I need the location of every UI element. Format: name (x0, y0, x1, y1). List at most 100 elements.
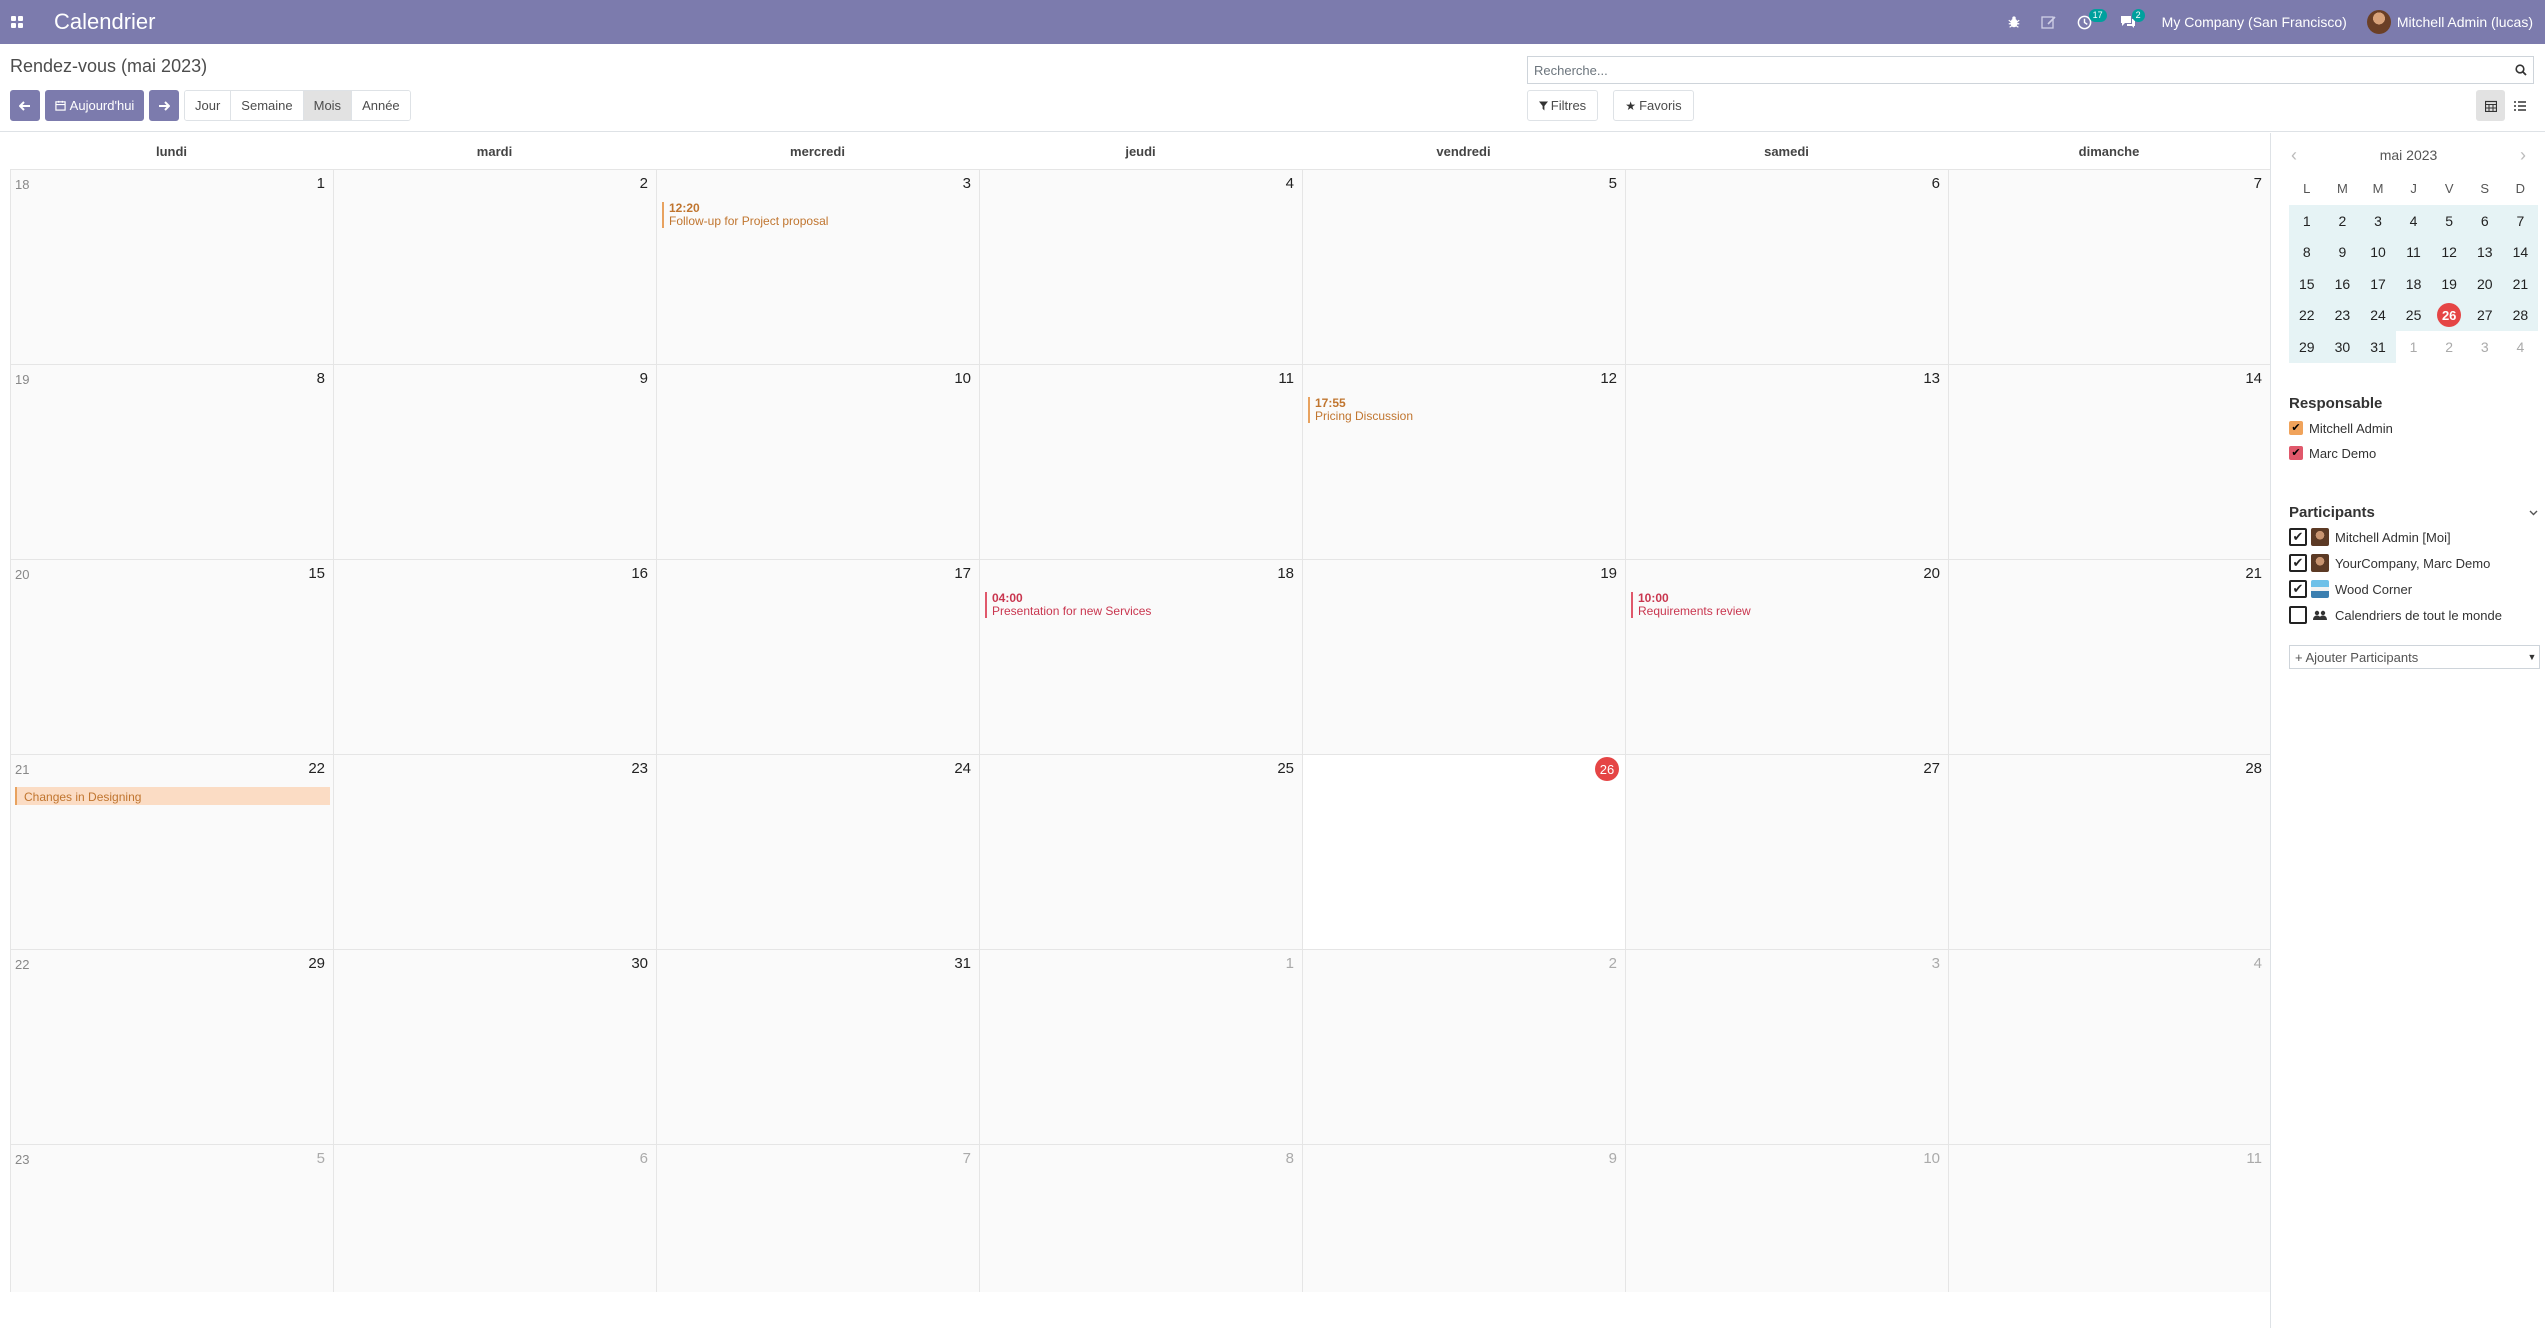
calendar-day-cell[interactable]: 17 (656, 559, 979, 754)
company-switcher[interactable]: My Company (San Francisco) (2152, 0, 2357, 44)
apps-menu-icon[interactable] (0, 0, 34, 44)
mini-day-today[interactable]: 26 (2431, 299, 2467, 331)
calendar-day-cell[interactable]: 3 (1625, 949, 1948, 1144)
date-number[interactable]: 5 (1609, 175, 1617, 192)
calendar-day-cell[interactable]: 13 (1625, 364, 1948, 559)
calendar-day-cell[interactable]: 25 (979, 754, 1302, 949)
allday-event[interactable]: Changes in Designing (15, 787, 330, 805)
mini-day[interactable]: 27 (2466, 299, 2503, 331)
date-number[interactable]: 13 (1923, 370, 1940, 387)
date-number[interactable]: 1 (1286, 955, 1294, 972)
calendar-day-cell[interactable]: 10 (1625, 1144, 1948, 1292)
filters-button[interactable]: Filtres (1527, 90, 1598, 121)
mini-day[interactable]: 28 (2502, 299, 2539, 331)
calendar-day-cell[interactable]: 20 15 (10, 559, 333, 754)
mini-day[interactable]: 1 (2289, 205, 2325, 237)
mini-day[interactable]: 31 (2360, 331, 2396, 363)
calendar-day-cell[interactable]: 8 (979, 1144, 1302, 1292)
date-number[interactable]: 15 (308, 565, 325, 582)
date-number[interactable]: 25 (1277, 760, 1294, 777)
date-number[interactable]: 6 (640, 1150, 648, 1167)
date-number[interactable]: 19 (1600, 565, 1617, 582)
favorites-button[interactable]: ★ Favoris (1613, 90, 1694, 121)
calendar-day-cell[interactable]: 31 (656, 949, 979, 1144)
calendar-day-cell[interactable]: 23 5 (10, 1144, 333, 1292)
mini-day[interactable]: 6 (2466, 205, 2503, 237)
calendar-day-cell[interactable]: 26 (1302, 754, 1625, 949)
date-number[interactable]: 12 (1600, 370, 1617, 387)
calendar-day-cell[interactable]: 6 (333, 1144, 656, 1292)
mini-day[interactable]: 2 (2431, 331, 2467, 363)
mini-day[interactable]: 1 (2396, 331, 2432, 363)
search-bar[interactable] (1527, 56, 2534, 84)
edit-note-icon[interactable] (2031, 0, 2067, 44)
calendar-event[interactable]: 12:20 Follow-up for Project proposal (662, 202, 828, 228)
calendar-day-cell[interactable]: 3 12:20 Follow-up for Project proposal (656, 169, 979, 364)
add-participants-field[interactable]: ▼ (2289, 645, 2540, 669)
calendar-day-cell[interactable]: 16 (333, 559, 656, 754)
date-number[interactable]: 23 (631, 760, 648, 777)
participant-filter-everybody[interactable]: Calendriers de tout le monde (2289, 605, 2502, 625)
messages-chat-icon[interactable]: 2 (2110, 0, 2146, 44)
date-number[interactable]: 6 (1932, 175, 1940, 192)
calendar-day-cell[interactable]: 24 (656, 754, 979, 949)
mini-day[interactable]: 8 (2289, 236, 2325, 268)
mini-prev-month-icon[interactable]: ‹ (2291, 145, 2297, 166)
previous-button[interactable] (10, 90, 40, 121)
date-number[interactable]: 3 (1932, 955, 1940, 972)
calendar-event[interactable]: 10:00 Requirements review (1631, 592, 1751, 618)
scale-month-button[interactable]: Mois (303, 91, 353, 120)
mini-next-month-icon[interactable]: › (2520, 145, 2526, 166)
calendar-day-cell[interactable]: 9 (1302, 1144, 1625, 1292)
calendar-day-cell[interactable]: 9 (333, 364, 656, 559)
calendar-day-cell[interactable]: 18 04:00 Presentation for new Services (979, 559, 1302, 754)
calendar-view-icon[interactable] (2476, 90, 2505, 121)
participant-filter-mitchell[interactable]: ✔ Mitchell Admin [Moi] (2289, 527, 2451, 547)
date-number[interactable]: 9 (640, 370, 648, 387)
calendar-day-cell[interactable]: 19 (1302, 559, 1625, 754)
calendar-day-cell[interactable]: 23 (333, 754, 656, 949)
mini-day[interactable]: 16 (2324, 268, 2361, 300)
checkbox-checked-icon[interactable]: ✔ (2289, 421, 2303, 435)
calendar-day-cell[interactable]: 2 (333, 169, 656, 364)
checkbox-checked-icon[interactable]: ✔ (2289, 554, 2307, 572)
mini-day[interactable]: 15 (2289, 268, 2325, 300)
date-number[interactable]: 8 (317, 370, 325, 387)
date-number[interactable]: 30 (631, 955, 648, 972)
mini-day[interactable]: 4 (2503, 331, 2539, 363)
participant-filter-woodcorner[interactable]: ✔ Wood Corner (2289, 579, 2412, 599)
list-view-icon[interactable] (2505, 90, 2534, 121)
date-number[interactable]: 7 (963, 1150, 971, 1167)
calendar-day-cell[interactable]: 2 (1302, 949, 1625, 1144)
calendar-day-cell[interactable]: 4 (1948, 949, 2270, 1144)
mini-day[interactable]: 19 (2431, 268, 2467, 300)
responsable-filter-mitchell[interactable]: ✔ Mitchell Admin (2289, 418, 2393, 438)
calendar-day-cell[interactable]: 1 (979, 949, 1302, 1144)
scale-day-button[interactable]: Jour (185, 91, 232, 120)
date-number[interactable]: 2 (640, 175, 648, 192)
date-number[interactable]: 8 (1286, 1150, 1294, 1167)
mini-day[interactable]: 5 (2431, 205, 2467, 237)
mini-day[interactable]: 11 (2395, 236, 2432, 268)
date-number[interactable]: 5 (317, 1150, 325, 1167)
mini-day[interactable]: 3 (2360, 205, 2396, 237)
calendar-day-cell[interactable]: 12 17:55 Pricing Discussion (1302, 364, 1625, 559)
checkbox-checked-icon[interactable]: ✔ (2289, 446, 2303, 460)
calendar-day-cell[interactable]: 7 (656, 1144, 979, 1292)
today-button[interactable]: Aujourd'hui (45, 90, 144, 121)
date-number[interactable]: 11 (1278, 370, 1294, 387)
activity-clock-icon[interactable]: 17 (2067, 0, 2107, 44)
mini-day[interactable]: 21 (2502, 268, 2539, 300)
search-input[interactable] (1528, 57, 2509, 83)
calendar-day-cell[interactable]: 22 29 (10, 949, 333, 1144)
scale-year-button[interactable]: Année (352, 91, 410, 120)
date-number[interactable]: 10 (1923, 1150, 1940, 1167)
responsable-filter-marc[interactable]: ✔ Marc Demo (2289, 443, 2376, 463)
date-number[interactable]: 4 (2254, 955, 2262, 972)
checkbox-checked-icon[interactable]: ✔ (2289, 528, 2307, 546)
date-number[interactable]: 3 (963, 175, 971, 192)
date-number[interactable]: 14 (2245, 370, 2262, 387)
calendar-day-cell[interactable]: 30 (333, 949, 656, 1144)
calendar-day-cell[interactable]: 21 22 Changes in Designing (10, 754, 333, 949)
mini-day[interactable]: 13 (2466, 236, 2503, 268)
